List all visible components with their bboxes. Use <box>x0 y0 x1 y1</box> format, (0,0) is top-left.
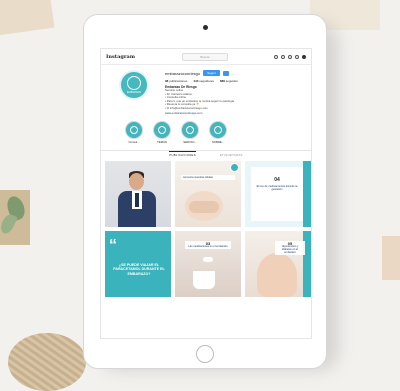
tablet: Instagram Buscar EMBARAZO embarazoconrie… <box>83 14 327 369</box>
profile-stats: 98 publicaciones 443 seguidores 889 segu… <box>165 79 305 83</box>
highlight-label: SERVICI... <box>183 139 197 144</box>
highlight-cover <box>125 120 143 139</box>
photo-part <box>193 270 215 289</box>
more-options-button[interactable]: ... <box>232 71 235 76</box>
instagram-logo[interactable]: Instagram <box>106 54 160 60</box>
decor-twine <box>8 333 86 391</box>
highlight-item[interactable]: Consul... <box>125 120 143 144</box>
card-body: 04 El uso de medicamentos durante la ges… <box>251 166 303 221</box>
posts-label: publicaciones <box>169 79 188 83</box>
post-medication-photo[interactable]: 03 Las medicaciones en el embarazo <box>175 230 241 297</box>
search-input[interactable]: Buscar <box>182 52 228 61</box>
followers-label: seguidores <box>199 79 214 83</box>
tablet-home-button[interactable] <box>196 345 214 363</box>
post-card-05[interactable]: 05 Hipertensión y diabetes en el embaraz… <box>245 230 311 297</box>
top-icons <box>274 54 306 59</box>
followers-count[interactable]: 443 seguidores <box>193 79 214 83</box>
card-strip <box>303 160 311 227</box>
tablet-camera <box>203 25 208 30</box>
post-caption: 05 Hipertensión y diabetes en el embaraz… <box>275 240 305 256</box>
photo-part <box>203 256 213 262</box>
name-row: embarazoconriesgo Seguir ... <box>165 70 305 76</box>
post-card-04[interactable]: 04 El uso de medicamentos durante la ges… <box>245 160 311 227</box>
quote-mark-icon: “ <box>109 236 117 254</box>
photo-part <box>189 200 219 213</box>
story-highlights: Consul... TEMAS SERVICI... SOBRE... <box>101 117 311 144</box>
home-icon[interactable] <box>274 54 278 59</box>
card-title: El uso de medicamentos durante la gestac… <box>256 184 298 191</box>
post-question[interactable]: “ ¿SE PUEDE VIAJAR EL PARACETAMOL DURANT… <box>105 230 171 297</box>
following-label: seguidos <box>225 79 238 83</box>
suggested-button[interactable] <box>222 70 229 76</box>
highlight-cover <box>181 120 199 139</box>
profile-tabs: PUBLICACIONES ETIQUETADAS <box>101 149 311 159</box>
posts-grid: Aumenta nuestras células 04 El uso de me… <box>101 159 311 297</box>
post-caption: 03 Las medicaciones en el embarazo <box>185 240 231 249</box>
highlight-item[interactable]: SOBRE... <box>209 120 227 144</box>
tab-posts[interactable]: PUBLICACIONES <box>169 151 196 157</box>
highlight-icon <box>158 125 166 134</box>
highlight-label: TEMAS <box>157 139 167 144</box>
photo-part <box>129 172 144 190</box>
highlight-label: Consul... <box>128 139 140 144</box>
profile-info: embarazoconriesgo Seguir ... 98 publicac… <box>165 70 305 115</box>
post-pregnant-belly[interactable]: Aumenta nuestras células <box>175 160 241 227</box>
logo-mark-icon <box>127 76 141 90</box>
ig-topbar: Instagram Buscar <box>101 49 311 65</box>
following-count[interactable]: 889 seguidos <box>220 79 238 83</box>
bio-link[interactable]: www.embarazoconriesgo.com <box>165 111 305 115</box>
highlight-label: SOBRE... <box>211 139 225 144</box>
following-number: 889 <box>219 79 225 83</box>
card-number: 04 <box>274 176 280 183</box>
highlight-item[interactable]: TEMAS <box>153 120 171 144</box>
highlight-cover <box>209 120 227 139</box>
decor-box <box>0 0 55 37</box>
post-caption: Aumenta nuestras células <box>181 174 235 180</box>
highlight-icon <box>186 125 194 134</box>
photo-scene: Instagram Buscar EMBARAZO embarazoconrie… <box>0 0 400 391</box>
highlight-cover <box>153 120 171 139</box>
highlight-icon <box>130 125 138 134</box>
username: embarazoconriesgo <box>165 70 201 76</box>
explore-icon[interactable] <box>288 54 292 59</box>
heart-icon[interactable] <box>295 54 299 59</box>
direct-icon[interactable] <box>281 54 285 59</box>
follow-button[interactable]: Seguir <box>203 70 220 76</box>
highlight-icon <box>214 125 222 134</box>
posts-count[interactable]: 98 publicaciones <box>165 79 187 83</box>
card-title: Hipertensión y diabetes en el embarazo <box>281 244 299 255</box>
avatar-text: EMBARAZO <box>126 91 142 94</box>
tab-tagged[interactable]: ETIQUETADAS <box>220 153 243 157</box>
avatar[interactable]: EMBARAZO <box>119 70 149 100</box>
photo-part <box>135 192 139 207</box>
post-doctor-portrait[interactable] <box>105 160 171 227</box>
followers-number: 443 <box>193 79 199 83</box>
posts-number: 98 <box>165 79 169 83</box>
highlight-item[interactable]: SERVICI... <box>181 120 199 144</box>
decor-box <box>382 236 400 280</box>
photo-part <box>257 252 297 297</box>
post-question-text: ¿SE PUEDE VIAJAR EL PARACETAMOL DURANTE … <box>113 262 165 276</box>
profile-icon[interactable] <box>302 54 306 59</box>
profile-header: EMBARAZO embarazoconriesgo Seguir ... 98… <box>101 65 311 117</box>
card-title: Las medicaciones en el embarazo <box>188 244 228 248</box>
carousel-icon <box>230 162 239 172</box>
instagram-screen: Instagram Buscar EMBARAZO embarazoconrie… <box>100 48 312 339</box>
